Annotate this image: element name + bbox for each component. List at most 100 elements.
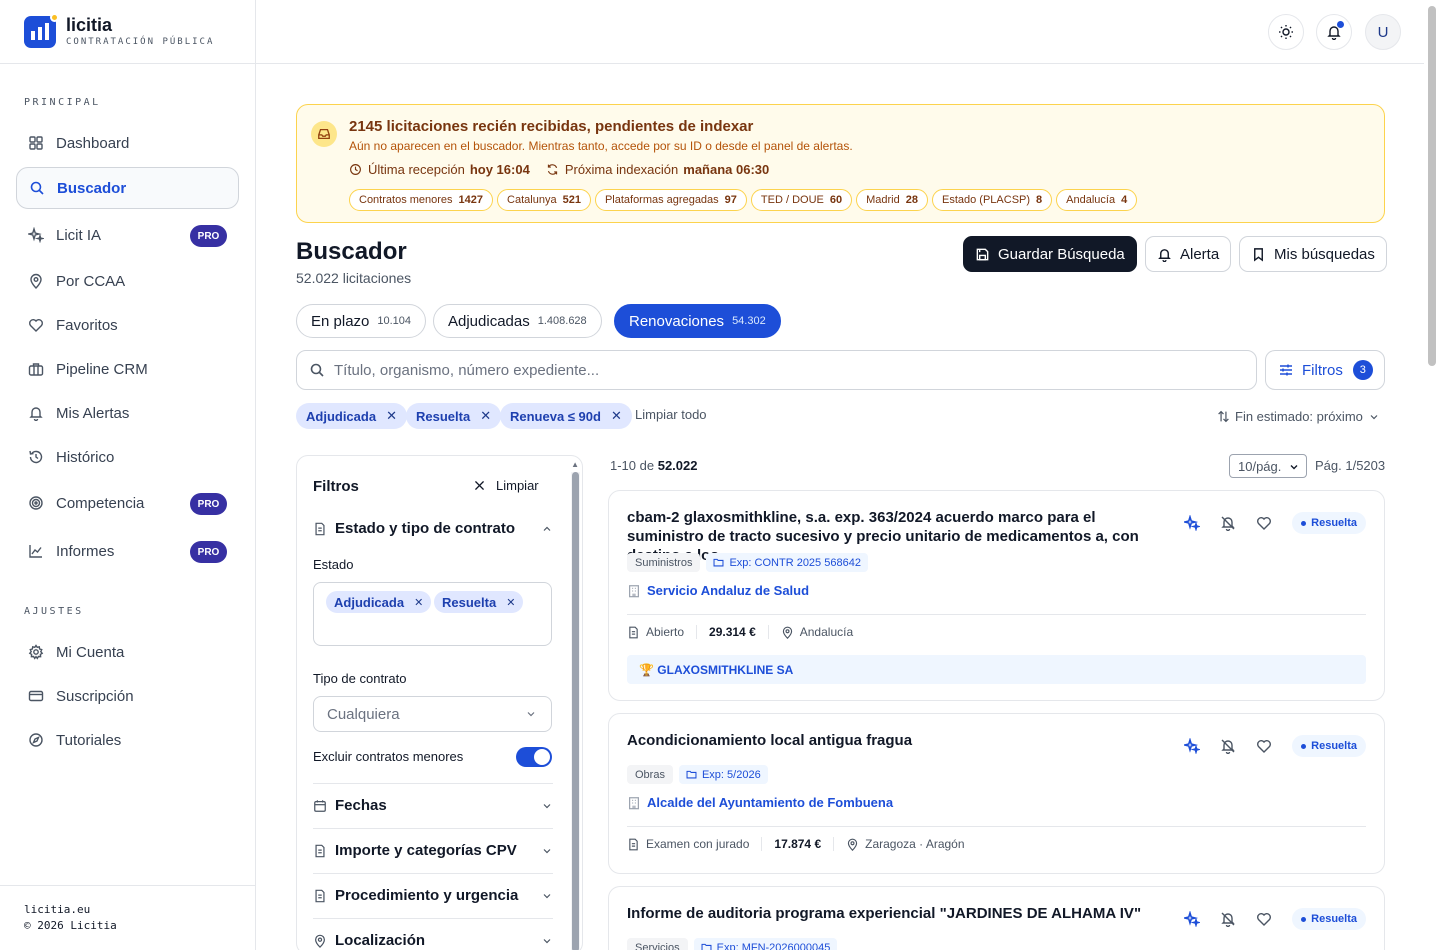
tipo-contrato-label: Tipo de contrato — [313, 671, 407, 686]
heart-icon[interactable] — [1256, 911, 1272, 927]
footer-site[interactable]: licitia.eu — [24, 902, 231, 918]
sidebar-item-buscador[interactable]: Buscador — [16, 167, 239, 209]
scroll-up-arrow[interactable]: ▲ — [571, 460, 579, 469]
sidebar-item-por-ccaa[interactable]: Por CCAA — [16, 260, 239, 302]
bell-off-icon[interactable] — [1220, 738, 1236, 754]
tender-card[interactable]: cbam-2 glaxosmithkline, s.a. exp. 363/20… — [608, 490, 1385, 701]
contract-type-tag: Obras — [627, 765, 673, 784]
chevron-up-icon — [543, 526, 551, 531]
sidebar-item-informes[interactable]: Informes PRO — [16, 530, 239, 572]
source-chip[interactable]: Plataformas agregadas 97 — [594, 189, 747, 211]
filter-section-localizacion[interactable]: Localización — [313, 918, 553, 950]
alert-button[interactable]: Alerta — [1145, 236, 1232, 272]
document-icon — [315, 889, 325, 902]
location: Zaragoza · Aragón — [865, 837, 965, 851]
filter-section-procedimiento[interactable]: Procedimiento y urgencia — [313, 873, 553, 917]
heart-icon[interactable] — [1256, 738, 1272, 754]
my-searches-button[interactable]: Mis búsquedas — [1239, 236, 1387, 272]
tender-card[interactable]: Informe de auditoria programa experienci… — [608, 886, 1385, 950]
source-chip[interactable]: Contratos menores 1427 — [349, 189, 494, 211]
estado-tag[interactable]: Adjudicada ✕ — [326, 591, 432, 613]
winner-banner[interactable]: 🏆 GLAXOSMITHKLINE SA — [627, 655, 1366, 684]
sidebar-item-mi-cuenta[interactable]: Mi Cuenta — [16, 631, 239, 673]
building-icon — [629, 584, 639, 597]
exclude-minor-toggle[interactable] — [516, 747, 552, 767]
tender-card[interactable]: Acondicionamiento local antigua fragua R… — [608, 713, 1385, 874]
filter-section-estado[interactable]: Estado y tipo de contrato — [313, 520, 553, 537]
source-chip[interactable]: Madrid 28 — [856, 189, 928, 211]
next-index-label: Próxima indexación — [564, 162, 679, 177]
source-chip[interactable]: Estado (PLACSP) 8 — [932, 189, 1053, 211]
active-filter-chip[interactable]: Adjudicada ✕ — [296, 403, 407, 429]
heart-icon[interactable] — [1256, 515, 1272, 531]
results-count: 52.022 licitaciones — [296, 270, 412, 286]
clear-all-button[interactable]: Limpiar todo — [635, 407, 707, 422]
tender-organization[interactable]: Servicio Andaluz de Salud — [627, 583, 809, 598]
estado-tag[interactable]: Resuelta ✕ — [434, 591, 524, 613]
sidebar-item-label: Tutoriales — [56, 731, 122, 749]
close-icon[interactable]: ✕ — [480, 408, 491, 424]
active-filter-chip[interactable]: Resuelta ✕ — [406, 403, 502, 429]
bell-off-icon[interactable] — [1220, 515, 1236, 531]
ai-sparkles-icon[interactable] — [1184, 738, 1201, 754]
sidebar-item-label: Mi Cuenta — [56, 643, 125, 661]
theme-toggle-button[interactable] — [1268, 14, 1304, 50]
notification-dot — [1337, 21, 1344, 28]
sidebar-item-label: Pipeline CRM — [56, 360, 148, 378]
source-chip[interactable]: Catalunya 521 — [497, 189, 591, 211]
sidebar-item-label: Licit IA — [56, 226, 102, 244]
close-icon[interactable]: ✕ — [386, 408, 397, 424]
page-scrollbar[interactable] — [1424, 0, 1440, 950]
clear-filters-button[interactable]: Limpiar — [473, 478, 539, 493]
sidebar-item-suscripcion[interactable]: Suscripción — [16, 675, 239, 717]
top-bar: U — [256, 0, 1424, 64]
results-range: 1-10 de 52.022 — [610, 458, 698, 473]
filter-panel-scrollbar[interactable] — [571, 472, 580, 950]
tender-meta: Examen con jurado 17.874 € Zaragoza · Ar… — [627, 837, 965, 851]
sidebar-item-historico[interactable]: Histórico — [16, 436, 239, 478]
source-chip[interactable]: TED / DOUE 60 — [750, 189, 853, 211]
tab-adjudicadas[interactable]: Adjudicadas 1.408.628 — [433, 304, 602, 338]
ai-sparkles-icon[interactable] — [1184, 911, 1201, 927]
sidebar-item-mis-alertas[interactable]: Mis Alertas — [16, 392, 239, 434]
brand-subtitle: CONTRATACIÓN PÚBLICA — [66, 37, 215, 47]
source-chip[interactable]: Andalucía 4 — [1056, 189, 1138, 211]
estado-multiselect[interactable]: Adjudicada ✕ Resuelta ✕ — [313, 582, 552, 646]
filter-section-importe[interactable]: Importe y categorías CPV — [313, 828, 553, 872]
sort-dropdown[interactable]: Fin estimado: próximo — [1217, 409, 1380, 424]
close-icon[interactable]: ✕ — [611, 408, 622, 424]
document-icon — [629, 626, 638, 638]
filter-section-fechas[interactable]: Fechas — [313, 783, 553, 827]
search-icon — [30, 181, 44, 195]
folder-icon — [686, 770, 697, 779]
tender-title[interactable]: Informe de auditoria programa experienci… — [627, 904, 1172, 923]
search-input[interactable] — [334, 361, 1214, 379]
sidebar-item-competencia[interactable]: Competencia PRO — [16, 482, 239, 524]
sidebar-item-dashboard[interactable]: Dashboard — [16, 122, 239, 164]
sidebar-item-favoritos[interactable]: Favoritos — [16, 304, 239, 346]
bell-icon — [1158, 248, 1171, 262]
ai-sparkles-icon[interactable] — [1184, 515, 1201, 531]
close-icon[interactable]: ✕ — [506, 596, 515, 609]
close-icon[interactable]: ✕ — [414, 596, 423, 609]
bookmark-icon — [1254, 247, 1263, 262]
sidebar-item-licit-ia[interactable]: Licit IA PRO — [16, 214, 239, 256]
tipo-contrato-select[interactable]: Cualquiera — [313, 696, 552, 732]
bell-off-icon[interactable] — [1220, 911, 1236, 927]
clock-icon — [350, 164, 361, 175]
tab-en-plazo[interactable]: En plazo 10.104 — [296, 304, 427, 338]
tender-title[interactable]: Acondicionamiento local antigua fragua — [627, 731, 1172, 750]
active-filter-chip[interactable]: Renueva ≤ 90d ✕ — [500, 403, 632, 429]
sidebar-item-pipeline-crm[interactable]: Pipeline CRM — [16, 348, 239, 390]
tender-organization[interactable]: Alcalde del Ayuntamiento de Fombuena — [627, 795, 893, 810]
brand[interactable]: licitia CONTRATACIÓN PÚBLICA — [0, 0, 255, 64]
save-search-button[interactable]: Guardar Búsqueda — [963, 236, 1137, 272]
notifications-button[interactable] — [1316, 14, 1352, 50]
filters-button[interactable]: Filtros 3 — [1265, 350, 1385, 390]
avatar[interactable]: U — [1365, 14, 1401, 50]
tab-renovaciones[interactable]: Renovaciones 54.302 — [614, 304, 781, 338]
pro-badge: PRO — [190, 541, 227, 563]
per-page-select[interactable]: 10/pág. — [1229, 454, 1307, 478]
map-pin-icon — [315, 934, 325, 948]
sidebar-item-tutoriales[interactable]: Tutoriales — [16, 719, 239, 761]
